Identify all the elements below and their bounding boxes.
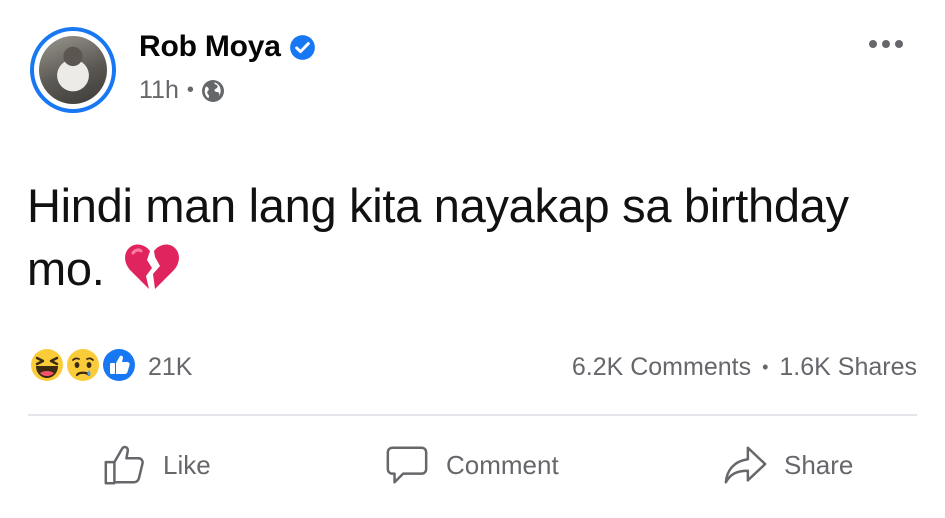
avatar[interactable] (30, 27, 116, 113)
comment-bubble-icon (386, 446, 428, 484)
author-row: Rob Moya (139, 30, 316, 64)
shares-count[interactable]: 1.6K Shares (779, 353, 917, 382)
like-reaction-icon (101, 347, 137, 383)
like-label: Like (163, 449, 211, 480)
sad-reaction-icon (65, 347, 101, 383)
share-button[interactable]: Share (722, 442, 853, 488)
author-name[interactable]: Rob Moya (139, 30, 281, 64)
more-options-icon[interactable] (865, 34, 907, 54)
broken-heart-icon (125, 244, 180, 289)
action-bar: Like Comment Share (0, 432, 945, 512)
reaction-count[interactable]: 21K (148, 353, 192, 382)
post-meta: 11h • (139, 76, 225, 105)
thumbs-up-icon (104, 445, 144, 485)
share-arrow-icon (724, 446, 767, 484)
post-text: Hindi man lang kita nayakap sa birthday … (27, 174, 917, 300)
more-dot (895, 40, 903, 48)
meta-separator: • (186, 79, 194, 101)
reaction-icons[interactable] (28, 345, 140, 385)
comment-label: Comment (446, 449, 559, 480)
verified-badge-icon (289, 34, 315, 60)
comments-count[interactable]: 6.2K Comments (572, 353, 751, 382)
divider (28, 414, 917, 416)
post-time[interactable]: 11h (139, 76, 179, 105)
more-dot (869, 40, 877, 48)
stats-row: 21K 6.2K Comments • 1.6K Shares (28, 345, 917, 387)
profile-photo (39, 36, 107, 104)
haha-reaction-icon (29, 347, 65, 383)
post-header: Rob Moya 11h • (26, 24, 919, 120)
globe-icon[interactable] (201, 79, 225, 103)
more-dot (882, 40, 890, 48)
comment-button[interactable]: Comment (384, 442, 559, 488)
stats-separator: • (762, 357, 769, 377)
share-label: Share (784, 449, 854, 480)
engagement-summary: 6.2K Comments • 1.6K Shares (572, 353, 917, 382)
like-button[interactable]: Like (101, 442, 211, 488)
